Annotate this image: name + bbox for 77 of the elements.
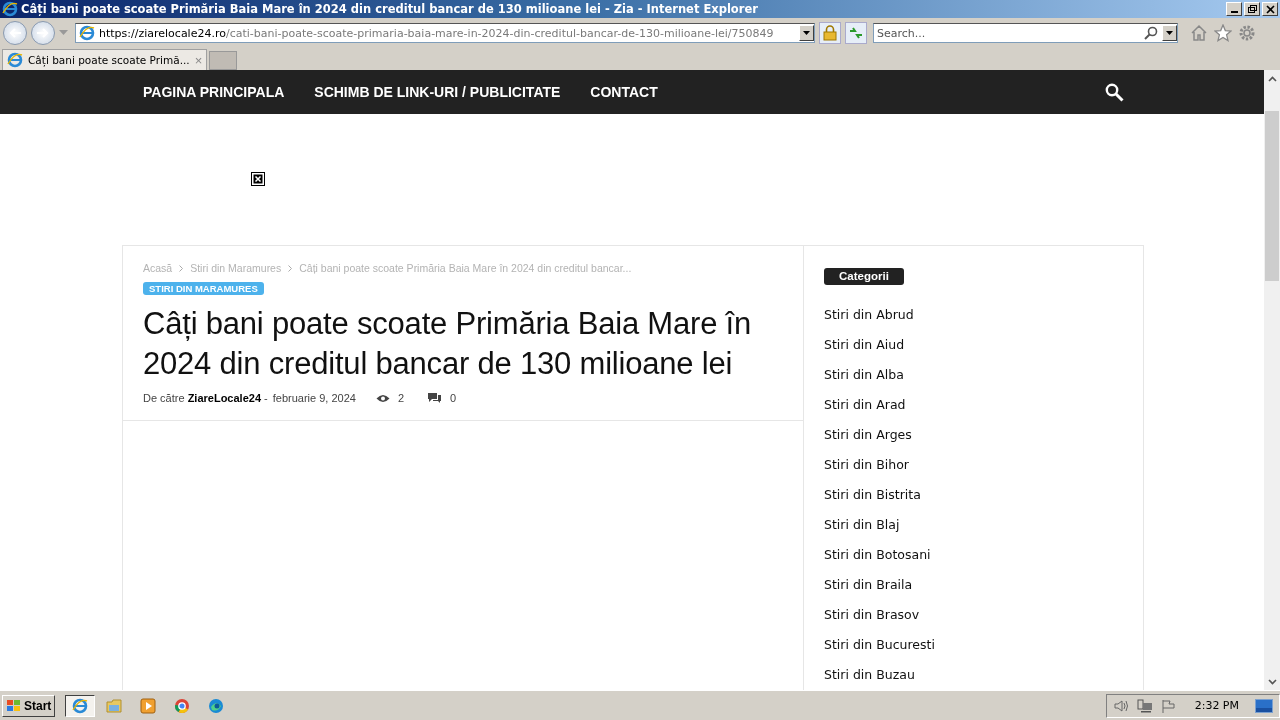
- show-desktop-icon[interactable]: [1255, 698, 1273, 713]
- caret-icon: [803, 31, 810, 35]
- settings-icon[interactable]: [1238, 24, 1256, 42]
- nav-link[interactable]: CONTACT: [575, 84, 673, 100]
- close-icon: [1264, 3, 1276, 15]
- category-link[interactable]: Stiri din Buzau: [824, 666, 915, 682]
- category-link[interactable]: Stiri din Brasov: [824, 606, 920, 622]
- flag-icon[interactable]: [1160, 698, 1177, 713]
- search-icon[interactable]: [1144, 26, 1158, 40]
- refresh-button[interactable]: [845, 22, 867, 44]
- category-link[interactable]: Stiri din Bihor: [824, 456, 909, 472]
- browser-tab[interactable]: Câți bani poate scoate Primă... ×: [2, 49, 208, 70]
- sidebar-heading: Categorii: [824, 268, 904, 285]
- eye-icon: [375, 393, 390, 403]
- chevron-icon: [288, 264, 293, 272]
- caret-icon[interactable]: [59, 30, 68, 36]
- chrome-icon: [174, 697, 191, 714]
- new-tab-button[interactable]: [209, 51, 238, 70]
- taskbar-app-button[interactable]: [65, 694, 96, 717]
- category-link[interactable]: Stiri din Arad: [824, 396, 906, 412]
- article-title: Câți bani poate scoate Primăria Baia Mare în 2024 din creditul bancar de 130 milioane lei: [143, 305, 753, 383]
- search-icon[interactable]: [1105, 82, 1124, 102]
- category-link[interactable]: Stiri din Botosani: [824, 546, 931, 562]
- lock-button[interactable]: [819, 22, 841, 44]
- comment-count: 0: [450, 392, 457, 404]
- view-count: 2: [397, 392, 405, 404]
- star-icon[interactable]: [1214, 24, 1232, 42]
- minimize-button[interactable]: [1226, 2, 1242, 16]
- url-text: https://ziarelocale24.ro/cati-bani-poate-scoate-primaria-baia-mare-in-2024-din-creditul-bancar-de-130-milioane-lei/750849: [99, 26, 775, 40]
- chevron-icon: [179, 264, 184, 272]
- breadcrumb-current: Câți bani poate scoate Primăria Baia Mare în 2024 din creditul bancar...: [299, 262, 632, 274]
- restore-button[interactable]: [1244, 2, 1260, 16]
- nav-link[interactable]: PAGINA PRINCIPALA: [128, 84, 300, 100]
- browser-logo-icon: [2, 1, 18, 17]
- category-link[interactable]: Stiri din Aiud: [824, 336, 905, 352]
- clock-time[interactable]: 2:32 PM: [1194, 699, 1239, 712]
- category-link[interactable]: Stiri din Braila: [824, 576, 913, 592]
- category-link[interactable]: Stiri din Abrud: [824, 306, 914, 322]
- window-title: Câți bani poate scoate Primăria Baia Mare în 2024 din creditul bancar de 130 milioane lei - Zia - Internet Explorer: [21, 2, 759, 16]
- category-link[interactable]: Stiri din Blaj: [824, 516, 900, 532]
- start-button[interactable]: Start: [2, 694, 56, 717]
- play-icon: [140, 697, 157, 714]
- dropdown-button[interactable]: [799, 25, 814, 41]
- category-link[interactable]: Stiri din Alba: [824, 366, 904, 382]
- search-bar[interactable]: Search...: [873, 23, 1178, 43]
- byline: De către ZiareLocale24 -: [143, 392, 268, 404]
- back-button[interactable]: [3, 21, 27, 45]
- site-icon: [7, 52, 23, 68]
- padlock-icon: [823, 25, 837, 41]
- speaker-icon[interactable]: [1112, 698, 1129, 713]
- browser-icon: [72, 697, 89, 714]
- forward-button[interactable]: [31, 21, 55, 45]
- scrollbar-thumb[interactable]: [1265, 111, 1279, 281]
- chevron-up-icon: [1267, 75, 1277, 82]
- forward-arrow-icon: [36, 27, 50, 39]
- chevron-down-icon: [1267, 678, 1277, 685]
- post-date: februarie 9, 2024: [272, 392, 356, 404]
- broken-image-icon: [251, 172, 265, 186]
- back-arrow-icon: [8, 27, 22, 39]
- address-field[interactable]: https://ziarelocale24.ro/cati-bani-poate-scoate-primaria-baia-mare-in-2024-din-creditul-bancar-de-130-milioane-lei/750849: [75, 23, 815, 43]
- category-link[interactable]: Stiri din Bucuresti: [824, 636, 935, 652]
- folder-icon: [106, 697, 123, 714]
- restore-icon: [1246, 3, 1258, 15]
- nav-link[interactable]: SCHIMB DE LINK-URI / PUBLICITATE: [299, 84, 576, 100]
- close-button[interactable]: [1262, 2, 1278, 16]
- dropdown-button[interactable]: [1162, 25, 1177, 41]
- site-icon: [79, 25, 95, 41]
- minimize-icon: [1230, 11, 1238, 13]
- refresh-arrows-icon: [848, 26, 864, 40]
- category-link[interactable]: Stiri din Arges: [824, 426, 912, 442]
- category-link[interactable]: Stiri din Bistrita: [824, 486, 921, 502]
- network-icon[interactable]: [1136, 698, 1153, 713]
- home-icon[interactable]: [1190, 24, 1208, 42]
- comment-icon: [428, 392, 442, 404]
- edge-icon: [208, 697, 225, 714]
- caret-icon: [1166, 31, 1173, 35]
- windows-logo-icon: [6, 698, 22, 713]
